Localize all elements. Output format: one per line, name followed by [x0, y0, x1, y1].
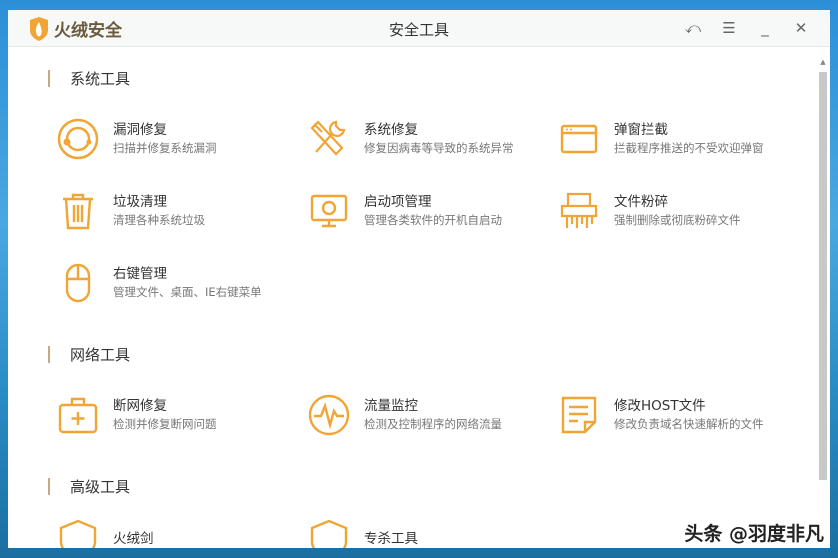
tool-name: 火绒剑: [113, 531, 154, 547]
app-logo: 火绒安全: [28, 16, 122, 41]
scroll-up-arrow[interactable]: ▲: [818, 58, 828, 66]
tool-name: 流量监控: [364, 398, 418, 414]
section-network-tools: 网络工具: [48, 344, 130, 365]
app-window: 火绒安全 安全工具 ⤺ ☰ _ ✕ 系统工具 网络工具 高级工具 漏洞修复扫描并…: [8, 10, 830, 548]
tool-item[interactable]: 启动项管理管理各类软件的开机自启动: [308, 190, 548, 232]
tool-description: 检测及控制程序的网络流量: [364, 417, 502, 431]
traffic-pulse-icon: [308, 394, 350, 436]
vulnerability-icon: [57, 118, 99, 160]
tool-description: 修改负责域名快速解析的文件: [614, 417, 764, 431]
section-title: 系统工具: [70, 70, 131, 88]
tool-name: 系统修复: [364, 122, 418, 138]
section-title: 高级工具: [70, 478, 131, 496]
minimize-icon: _: [761, 19, 769, 37]
back-button[interactable]: ⤺: [684, 18, 702, 38]
tool-item[interactable]: 修改HOST文件修改负责域名快速解析的文件: [558, 394, 798, 436]
section-marker: [48, 70, 50, 87]
tool-item[interactable]: 专杀工具: [308, 518, 548, 548]
section-title: 网络工具: [70, 346, 131, 364]
tool-name: 垃圾清理: [113, 194, 167, 210]
tool-item[interactable]: 右键管理管理文件、桌面、IE右键菜单: [57, 262, 297, 304]
tool-item[interactable]: 火绒剑: [57, 518, 297, 548]
tool-name: 专杀工具: [364, 531, 418, 547]
title-bar: 火绒安全 安全工具 ⤺ ☰ _ ✕: [8, 10, 830, 47]
minimize-button[interactable]: _: [756, 18, 774, 38]
menu-button[interactable]: ☰: [720, 18, 738, 38]
app-name: 火绒安全: [54, 21, 122, 41]
tool-item[interactable]: 垃圾清理清理各种系统垃圾: [57, 190, 297, 232]
tool-name: 启动项管理: [364, 194, 432, 210]
watermark: 头条 @羽度非凡: [684, 523, 824, 545]
tool-item[interactable]: 弹窗拦截拦截程序推送的不受欢迎弹窗: [558, 118, 798, 160]
mouse-icon: [65, 263, 91, 303]
list-menu-icon: ☰: [722, 19, 736, 37]
scrollbar[interactable]: ▲: [818, 58, 828, 548]
tool-description: 拦截程序推送的不受欢迎弹窗: [614, 141, 764, 155]
tool-name: 修改HOST文件: [614, 398, 706, 414]
section-system-tools: 系统工具: [48, 68, 130, 89]
section-advanced-tools: 高级工具: [48, 476, 130, 497]
shield-icon: [59, 519, 97, 548]
shredder-icon: [560, 192, 598, 228]
section-marker: [48, 346, 50, 363]
tool-name: 漏洞修复: [113, 122, 167, 138]
tool-description: 管理各类软件的开机自启动: [364, 213, 502, 227]
tool-item[interactable]: 文件粉碎强制删除或彻底粉碎文件: [558, 190, 798, 232]
tool-description: 修复因病毒等导致的系统异常: [364, 141, 514, 155]
tool-description: 强制删除或彻底粉碎文件: [614, 213, 741, 227]
scrollbar-thumb[interactable]: [819, 72, 827, 480]
tool-name: 弹窗拦截: [614, 122, 668, 138]
close-button[interactable]: ✕: [792, 18, 810, 38]
tool-item[interactable]: 流量监控检测及控制程序的网络流量: [308, 394, 548, 436]
shield-icon: [310, 519, 348, 548]
tool-description: 扫描并修复系统漏洞: [113, 141, 217, 155]
tool-name: 断网修复: [113, 398, 167, 414]
monitor-icon: [310, 194, 348, 228]
tool-name: 文件粉碎: [614, 194, 668, 210]
undo-icon: ⤺: [684, 19, 702, 37]
tools-icon: [310, 120, 346, 156]
popup-window-icon: [560, 124, 598, 154]
first-aid-kit-icon: [58, 397, 98, 434]
tool-item[interactable]: 漏洞修复扫描并修复系统漏洞: [57, 118, 297, 160]
tool-description: 管理文件、桌面、IE右键菜单: [113, 285, 262, 299]
tool-description: 清理各种系统垃圾: [113, 213, 205, 227]
tool-description: 检测并修复断网问题: [113, 417, 217, 431]
close-icon: ✕: [794, 19, 808, 37]
flame-shield-icon: [30, 16, 48, 41]
document-icon: [561, 396, 597, 434]
trash-icon: [63, 193, 93, 230]
tool-item[interactable]: 系统修复修复因病毒等导致的系统异常: [308, 118, 548, 160]
section-marker: [48, 478, 50, 495]
tool-name: 右键管理: [113, 266, 167, 282]
tool-item[interactable]: 断网修复检测并修复断网问题: [57, 394, 297, 436]
